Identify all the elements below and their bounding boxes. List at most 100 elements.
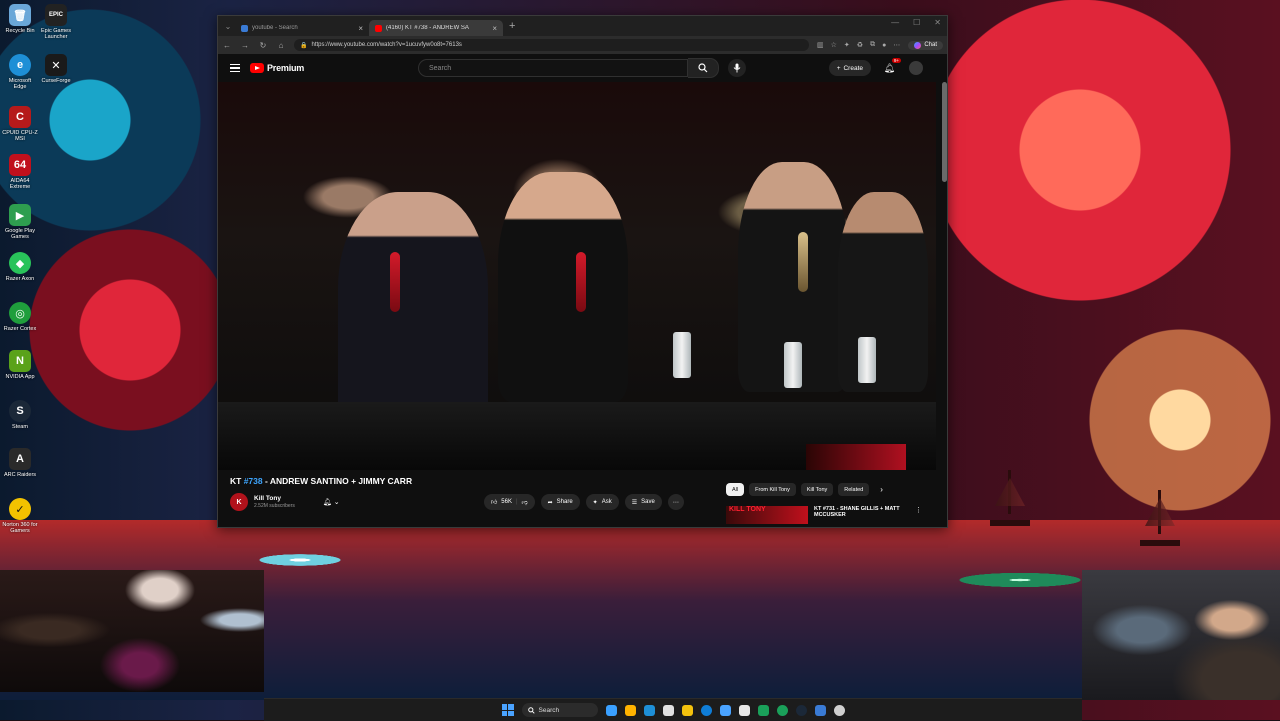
razer-cortex-icon: ◎ xyxy=(9,302,31,324)
recommended-title[interactable]: KT #731 - SHANE GILLIS + MATT MCCUSKER xyxy=(814,506,909,524)
video-hashtag[interactable]: #738 xyxy=(244,476,263,486)
chip-related[interactable]: Related xyxy=(838,483,870,496)
back-icon[interactable]: ← xyxy=(222,41,232,50)
more-actions-button[interactable]: ⋯ xyxy=(667,494,684,510)
recycle-bin-icon: 🗑 xyxy=(9,4,31,26)
webcam-face-view xyxy=(1082,570,1280,700)
nvidia-icon: N xyxy=(9,350,31,372)
youtube-favicon-icon xyxy=(375,24,382,32)
ask-button[interactable]: ✦ Ask xyxy=(585,494,619,510)
extension-icon[interactable]: ♻ xyxy=(857,41,863,49)
maximize-icon[interactable]: ☐ xyxy=(913,18,920,27)
close-icon[interactable]: × xyxy=(358,24,363,33)
desktop-icon-razer-cortex[interactable]: ◎ Razer Cortex xyxy=(2,302,38,332)
menu-icon[interactable] xyxy=(230,64,240,72)
taskbar-app-icon[interactable] xyxy=(643,704,655,716)
channel-avatar[interactable]: K xyxy=(230,493,248,511)
video-microphone xyxy=(798,232,808,292)
tab-youtube-search[interactable]: youtube - Search × xyxy=(235,20,369,36)
page-scrollbar[interactable] xyxy=(942,82,947,182)
chevron-right-icon[interactable]: › xyxy=(880,485,883,494)
recommended-video[interactable]: KILL TONY KT #731 - SHANE GILLIS + MATT … xyxy=(726,506,936,524)
steam-icon: S xyxy=(9,400,31,422)
channel-name[interactable]: Kill Tony xyxy=(254,495,295,502)
taskbar-file-explorer-icon[interactable] xyxy=(681,704,693,716)
chip-channel[interactable]: Kill Tony xyxy=(800,483,834,496)
tab-actions-icon[interactable]: ⌄ xyxy=(221,19,235,33)
desktop-icon-label: CPUID CPU-Z MSI xyxy=(2,130,38,142)
aida64-icon: 64 xyxy=(9,154,31,176)
url-field[interactable]: 🔒 https://www.youtube.com/watch?v=1ucuvf… xyxy=(294,39,810,51)
refresh-icon[interactable]: ↻ xyxy=(258,41,268,50)
taskbar-app-icon[interactable] xyxy=(624,704,636,716)
edge-icon: e xyxy=(9,54,31,76)
taskbar-edge-icon[interactable] xyxy=(700,704,712,716)
taskbar-app-icon[interactable] xyxy=(814,704,826,716)
norton-icon: ✓ xyxy=(9,498,31,520)
desktop-icon-epic-games[interactable]: EPIC Epic Games Launcher xyxy=(38,4,74,40)
desktop-icon-label: CurseForge xyxy=(41,78,71,84)
like-button[interactable]: 👍︎ 56K | 👎︎ xyxy=(484,494,535,510)
desktop-icon-recycle-bin[interactable]: 🗑 Recycle Bin xyxy=(2,4,38,34)
plus-icon: + xyxy=(836,64,841,72)
desktop-icon-cpuz[interactable]: C CPUID CPU-Z MSI xyxy=(2,106,38,142)
desktop-icon-edge[interactable]: e Microsoft Edge xyxy=(2,54,38,90)
taskbar-search[interactable]: Search xyxy=(521,703,598,717)
search-button[interactable] xyxy=(688,58,719,78)
create-button[interactable]: + Create xyxy=(828,60,871,76)
desktop-icon-norton[interactable]: ✓ Norton 360 for Gamers xyxy=(2,498,38,534)
taskbar-app-icon[interactable] xyxy=(757,704,769,716)
windows-start-icon[interactable] xyxy=(501,704,514,716)
chip-all[interactable]: All xyxy=(726,483,745,496)
thumbs-down-icon[interactable]: 👎︎ xyxy=(522,498,528,506)
taskbar-widgets-icon[interactable] xyxy=(605,704,617,716)
close-icon[interactable]: × xyxy=(492,24,497,33)
voice-search-button[interactable] xyxy=(728,59,746,77)
account-avatar[interactable] xyxy=(909,61,923,75)
desktop-icon-google-play-games[interactable]: ▶ Google Play Games xyxy=(2,204,38,240)
profile-icon[interactable]: ● xyxy=(882,42,886,49)
window-controls: — ☐ ✕ xyxy=(891,18,941,27)
share-icon: ➦ xyxy=(547,499,553,506)
desktop-icon-razer-axon[interactable]: ◆ Razer Axon xyxy=(2,252,38,282)
desktop-icon-label: Razer Cortex xyxy=(3,326,37,332)
wallpaper-ship xyxy=(1140,490,1180,546)
new-tab-icon[interactable]: + xyxy=(509,20,515,32)
desktop-icon-nvidia-app[interactable]: N NVIDIA App xyxy=(2,350,38,380)
video-player[interactable] xyxy=(218,82,936,470)
subscription-bell-icon[interactable]: 🔔︎ ⌄ xyxy=(323,498,340,506)
search-input[interactable]: Search xyxy=(418,59,688,77)
desktop-icon-curseforge[interactable]: ✕ CurseForge xyxy=(38,54,74,84)
chip-from-channel[interactable]: From Kill Tony xyxy=(749,483,796,496)
notifications-bell-icon[interactable]: 🔔︎ xyxy=(884,63,895,74)
taskbar-app-icon[interactable] xyxy=(833,704,845,716)
desktop-icon-steam[interactable]: S Steam xyxy=(2,400,38,430)
minimize-icon[interactable]: — xyxy=(891,18,899,27)
razer-axon-icon: ◆ xyxy=(9,252,31,274)
home-icon[interactable]: ⌂ xyxy=(276,41,286,50)
forward-icon[interactable]: → xyxy=(240,41,250,50)
more-menu-icon[interactable]: ⋯ xyxy=(893,41,900,49)
more-vertical-icon[interactable]: ⋮ xyxy=(915,506,922,524)
youtube-logo[interactable]: Premium xyxy=(250,63,304,73)
copilot-chat-button[interactable]: Chat xyxy=(908,40,943,50)
desktop-icon-aida64[interactable]: 64 AIDA64 Extreme xyxy=(2,154,38,190)
taskbar-task-view-icon[interactable] xyxy=(662,704,674,716)
close-window-icon[interactable]: ✕ xyxy=(934,18,941,27)
save-button[interactable]: ☰ Save xyxy=(624,494,662,510)
extension-icon[interactable]: ⧉ xyxy=(870,41,875,49)
taskbar-steam-icon[interactable] xyxy=(795,704,807,716)
taskbar-app-icon[interactable] xyxy=(738,704,750,716)
taskbar-app-icon[interactable] xyxy=(719,704,731,716)
share-button[interactable]: ➦ Share xyxy=(540,494,580,510)
favorite-star-icon[interactable]: ☆ xyxy=(831,41,837,49)
tab-title: youtube - Search xyxy=(252,25,298,31)
like-count: 56K xyxy=(501,499,512,505)
desktop-icon-label: Google Play Games xyxy=(5,228,35,240)
tab-youtube-video[interactable]: (4160) KT #738 - ANDREW SA × xyxy=(369,20,503,36)
split-screen-icon[interactable]: ▥ xyxy=(817,41,824,49)
taskbar-app-icon[interactable] xyxy=(776,704,788,716)
recommended-thumbnail[interactable]: KILL TONY xyxy=(726,506,808,524)
desktop-icon-arc-raiders[interactable]: A ARC Raiders xyxy=(2,448,38,478)
extension-icon[interactable]: ✦ xyxy=(844,41,850,49)
